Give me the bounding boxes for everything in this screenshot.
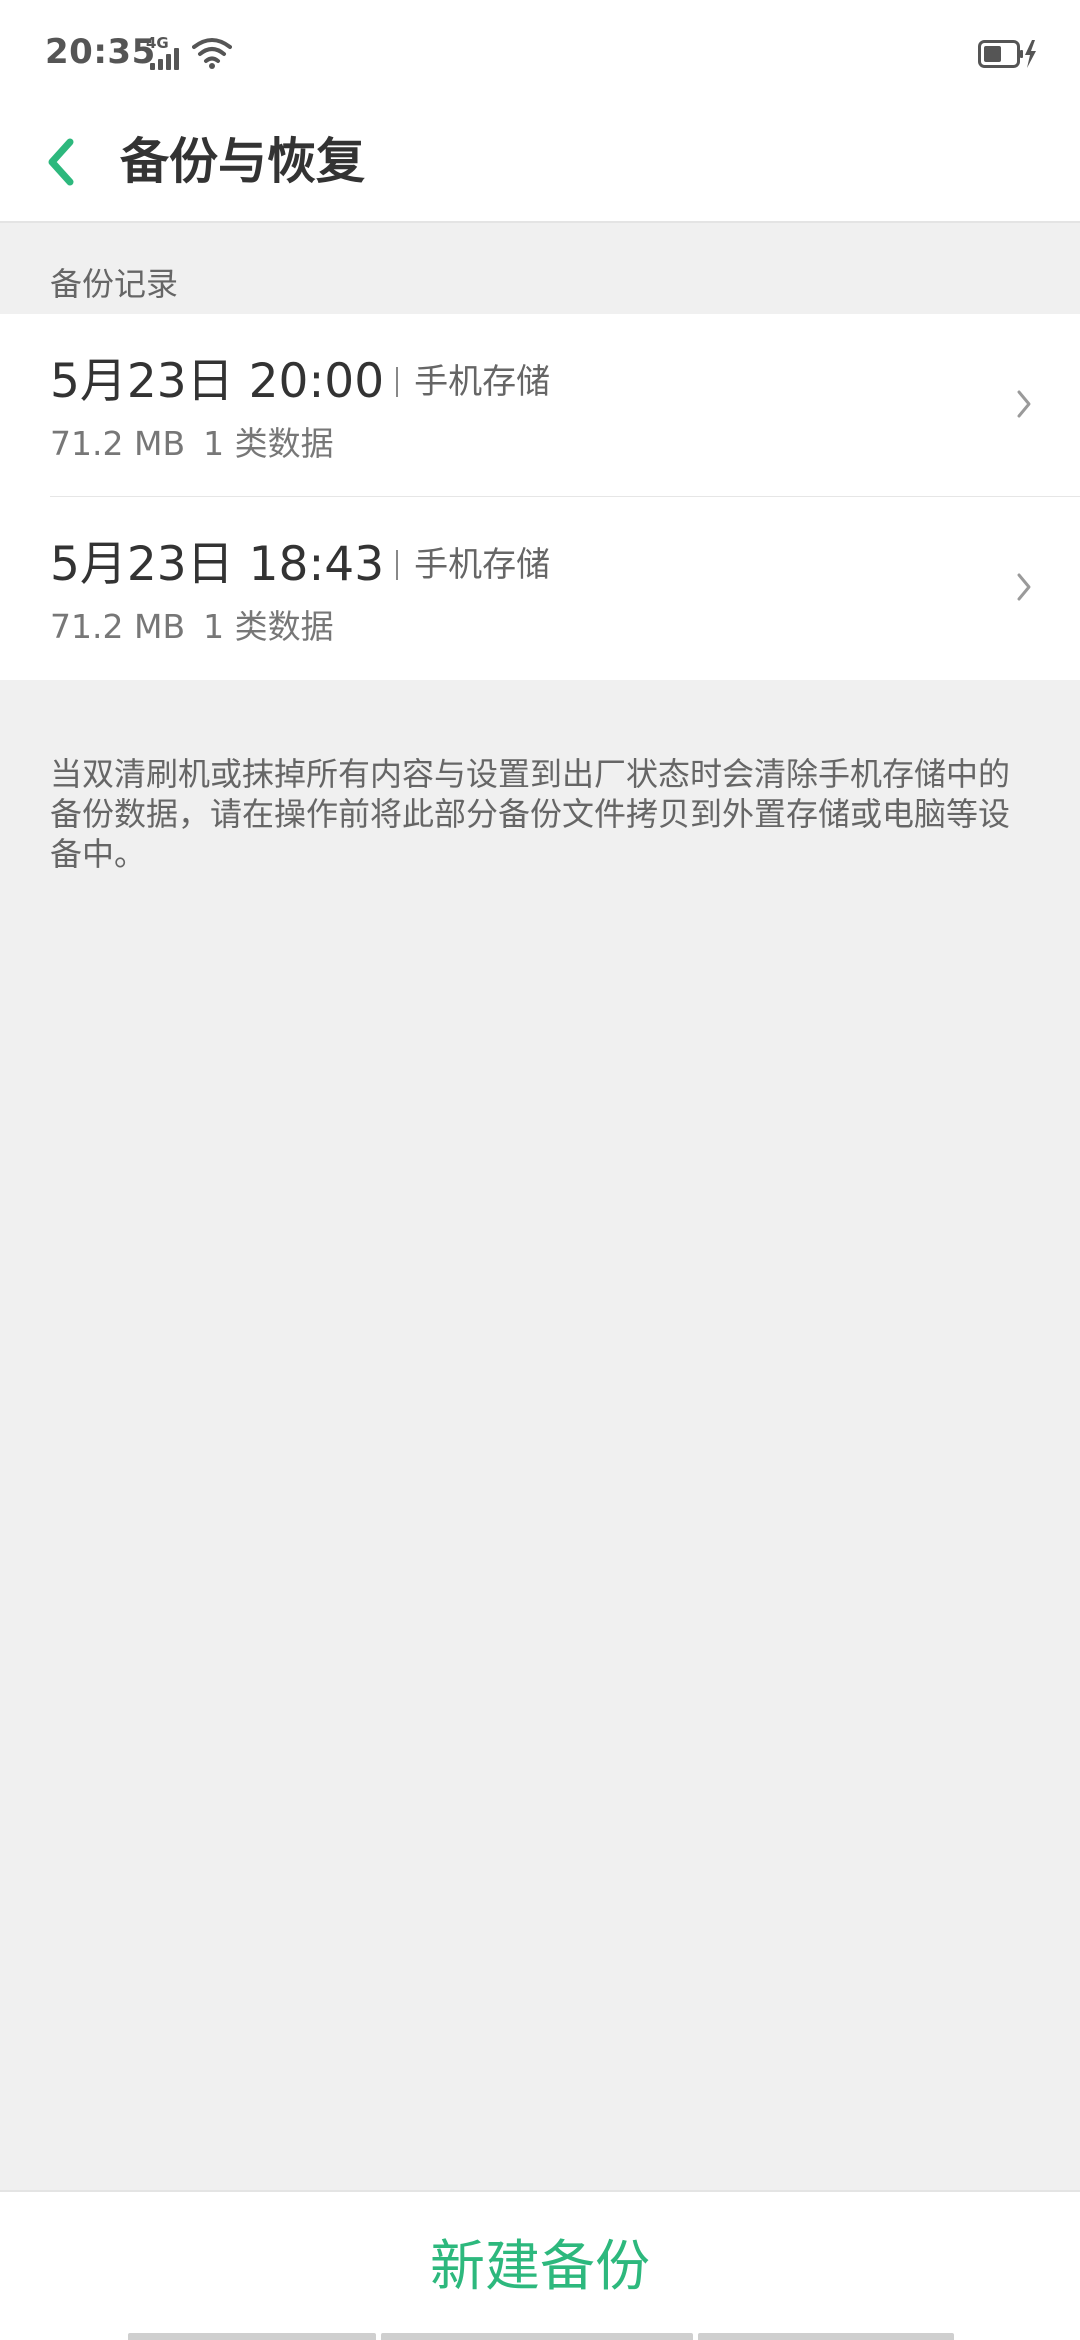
top-area: 20:35 4G 备份与恢复 [0,0,1080,223]
backup-size: 71.2 MB [50,424,186,463]
backup-warning-text: 当双清刷机或抹掉所有内容与设置到出厂状态时会清除手机存储中的备份数据，请在操作前… [50,755,1011,873]
backup-categories: 1 类数据 [203,607,334,646]
backup-size: 71.2 MB [50,607,186,646]
chevron-right-icon [1017,573,1031,601]
wifi-icon [192,38,232,69]
header-bar: 备份与恢复 [0,110,1080,223]
chevron-right-icon [1017,390,1031,418]
backup-location: 手机存储 [414,362,551,402]
bottom-action-bar: 新建备份 [0,2190,1080,2340]
backup-list: 5月23日 20:00 手机存储 71.2 MB 1 类数据 5月23日 18:4… [0,314,1080,680]
back-arrow-icon[interactable] [36,124,96,200]
backup-record-title: 5月23日 18:43 手机存储 [50,535,550,595]
section-header-backup-records: 备份记录 [50,265,179,303]
backup-categories: 1 类数据 [203,424,334,463]
status-bar: 20:35 4G [0,0,1080,110]
app-root: 20:35 4G 备份与恢复 备份记录 5月23日 20:00 手机存储 71.… [0,0,1080,2340]
status-time: 20:35 [45,32,156,72]
backup-record-item[interactable]: 5月23日 18:43 手机存储 71.2 MB 1 类数据 [0,497,1080,680]
backup-details: 71.2 MB 1 类数据 [50,605,334,649]
new-backup-button[interactable]: 新建备份 [0,2192,1080,2330]
signal-icon [150,48,186,70]
gesture-navigation-bar [128,2333,954,2340]
backup-record-item[interactable]: 5月23日 20:00 手机存储 71.2 MB 1 类数据 [0,314,1080,497]
backup-date: 5月23日 18:43 [50,537,385,592]
backup-details: 71.2 MB 1 类数据 [50,422,334,466]
divider [396,550,399,580]
backup-date: 5月23日 20:00 [50,354,385,409]
backup-record-title: 5月23日 20:00 手机存储 [50,352,550,412]
backup-location: 手机存储 [414,545,551,585]
battery-charging-icon [978,40,1036,68]
divider [396,367,399,397]
page-title: 备份与恢复 [120,133,366,190]
